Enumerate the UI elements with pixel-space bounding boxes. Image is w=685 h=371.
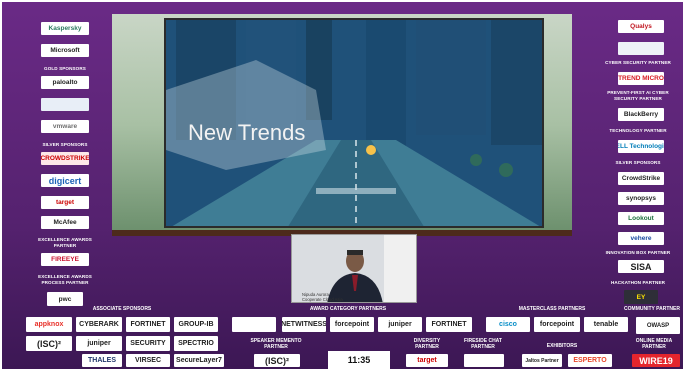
caption-excellence-awards: EXCELLENCE AWARDS PARTNER	[38, 237, 92, 248]
caption-hackathon-partner: HACKATHON PARTNER	[610, 280, 666, 285]
event-frame: Kaspersky Microsoft GOLD SPONSORS paloal…	[0, 0, 685, 371]
caption-masterclass: MASTERCLASS PARTNERS	[518, 306, 586, 312]
sponsor-logo-fireside	[464, 354, 504, 367]
caption-community-partner: COMMUNITY PARTNER	[624, 306, 680, 312]
sponsor-logo-security: SECURITY	[126, 336, 170, 351]
sponsor-logo-synopsys: synopsys	[618, 192, 664, 205]
right-sponsor-column: Qualys CYBER SECURITY PARTNER TREND MICR…	[572, 8, 680, 304]
sponsor-logo-group-ib: GROUP-IB	[174, 317, 218, 332]
sponsor-logo-pwc: pwc	[47, 292, 83, 306]
caption-speaker-memento: SPEAKER MEMENTO PARTNER	[250, 338, 302, 350]
caption-gold-sponsors: GOLD SPONSORS	[44, 66, 86, 71]
sponsor-logo-diversity: target	[406, 354, 448, 367]
speaker-label: Nipuda Aurora Cooperate Cloud Asia	[302, 292, 343, 302]
sponsor-logo-lookout: Lookout	[618, 212, 664, 225]
virtual-hall-scene: New Trends	[112, 14, 572, 236]
sponsor-logo-virsec: VIRSEC	[126, 354, 170, 367]
sponsor-logo-award-1	[232, 317, 276, 332]
virtual-event-stage: Kaspersky Microsoft GOLD SPONSORS paloal…	[2, 2, 683, 369]
caption-award-category: AWARD CATEGORY PARTNERS	[309, 306, 387, 312]
sponsor-logo-qualys: Qualys	[618, 20, 664, 33]
sponsor-logo-esperto: ESPERTO	[568, 354, 612, 367]
sponsor-logo-blackberry: BlackBerry	[618, 108, 664, 121]
speaker-role: Cooperate Cloud Asia	[302, 297, 343, 302]
sponsor-logo-dell: DELL Technologies	[618, 140, 664, 153]
event-clock: 11:35	[328, 351, 390, 369]
sponsor-logo-juniper-assoc: juniper	[76, 336, 122, 351]
caption-associate-sponsors: ASSOCIATE SPONSORS	[92, 306, 152, 312]
caption-technology-partner: TECHNOLOGY PARTNER	[609, 128, 667, 133]
caption-silver-sponsors-right: SILVER SPONSORS	[615, 160, 661, 165]
sponsor-logo-paloalto: paloalto	[41, 76, 89, 89]
sponsor-logo-kaspersky: Kaspersky	[41, 22, 89, 35]
sponsor-logo-cisco: cisco	[486, 317, 530, 332]
sponsor-logo-wire19: WIRE19	[632, 354, 680, 367]
presentation-screen: New Trends	[164, 18, 544, 228]
sponsor-logo-vehere: vehere	[618, 232, 664, 245]
sponsor-logo-juniper-award: juniper	[378, 317, 422, 332]
sponsor-logo-exhibitor-1: Jaltos Partner	[522, 354, 562, 367]
sponsor-logo-crowdstrike: CROWDSTRIKE	[41, 152, 89, 165]
sponsor-logo-target: target	[41, 196, 89, 209]
sponsor-logo-cyberark: CYBERARK	[76, 317, 122, 332]
caption-fireside-chat: FIRESIDE CHAT PARTNER	[464, 338, 502, 350]
sponsor-logo-memento: (ISC)²	[254, 354, 300, 367]
caption-online-media: ONLINE MEDIA PARTNER	[635, 338, 673, 350]
sponsor-logo-vmware: vmware	[41, 120, 89, 133]
sponsor-logo-thales: THALES	[82, 354, 122, 367]
sponsor-logo-fortinet-assoc: FORTINET	[126, 317, 170, 332]
sponsor-logo-securelayer7: SecureLayer7	[174, 354, 224, 367]
sponsor-logo-appknox: appknox	[26, 317, 72, 332]
caption-excellence-process: EXCELLENCE AWARDS PROCESS PARTNER	[38, 274, 92, 285]
sponsor-logo-spectrio: SPECTRIO	[174, 336, 218, 351]
caption-cyber-security-partner: CYBER SECURITY PARTNER	[605, 60, 671, 65]
sponsor-logo-netwitness: NETWITNESS	[282, 317, 326, 332]
sponsor-logo-owasp: OWASP	[636, 317, 680, 334]
caption-diversity-partner: DIVERSITY PARTNER	[413, 338, 441, 350]
sponsor-logo-tenable: tenable	[584, 317, 628, 332]
sponsor-logo-fireeye: FIREEYE	[41, 253, 89, 266]
speaker-video-tile: Nipuda Aurora Cooperate Cloud Asia	[291, 234, 417, 303]
caption-silver-sponsors-left: SILVER SPONSORS	[42, 142, 88, 147]
sponsor-logo-cyber-partner	[618, 42, 664, 55]
sponsor-logo-fortinet-award: FORTINET	[426, 317, 472, 332]
caption-ai-cyber-partner: PREVENT-FIRST AI CYBER SECURITY PARTNER	[607, 90, 669, 101]
sponsor-logo-mcafee: McAfee	[41, 216, 89, 229]
slide-title: New Trends	[188, 120, 306, 145]
sponsor-logo-forcepoint-master: forcepoint	[534, 317, 580, 332]
sponsor-logo-forcepoint-award: forcepoint	[330, 317, 374, 332]
caption-exhibitors: EXHIBITORS	[546, 343, 578, 349]
sponsor-logo-microsoft: Microsoft	[41, 44, 89, 57]
sponsor-logo-trend-micro: TREND MICRO	[618, 72, 664, 85]
sponsor-logo-isc2: (ISC)²	[26, 336, 72, 351]
sponsor-logo-digicert: digicert	[41, 174, 89, 187]
sponsor-logo-ey: EY	[624, 290, 658, 304]
left-sponsor-column: Kaspersky Microsoft GOLD SPONSORS paloal…	[7, 8, 112, 306]
sponsor-logo-blue	[41, 98, 89, 111]
sponsor-logo-sisa: SISA	[618, 260, 664, 273]
sponsor-logo-crowdstrike-right: CrowdStrike	[618, 172, 664, 185]
caption-innovation-box: INNOVATION BOX PARTNER	[605, 250, 671, 255]
